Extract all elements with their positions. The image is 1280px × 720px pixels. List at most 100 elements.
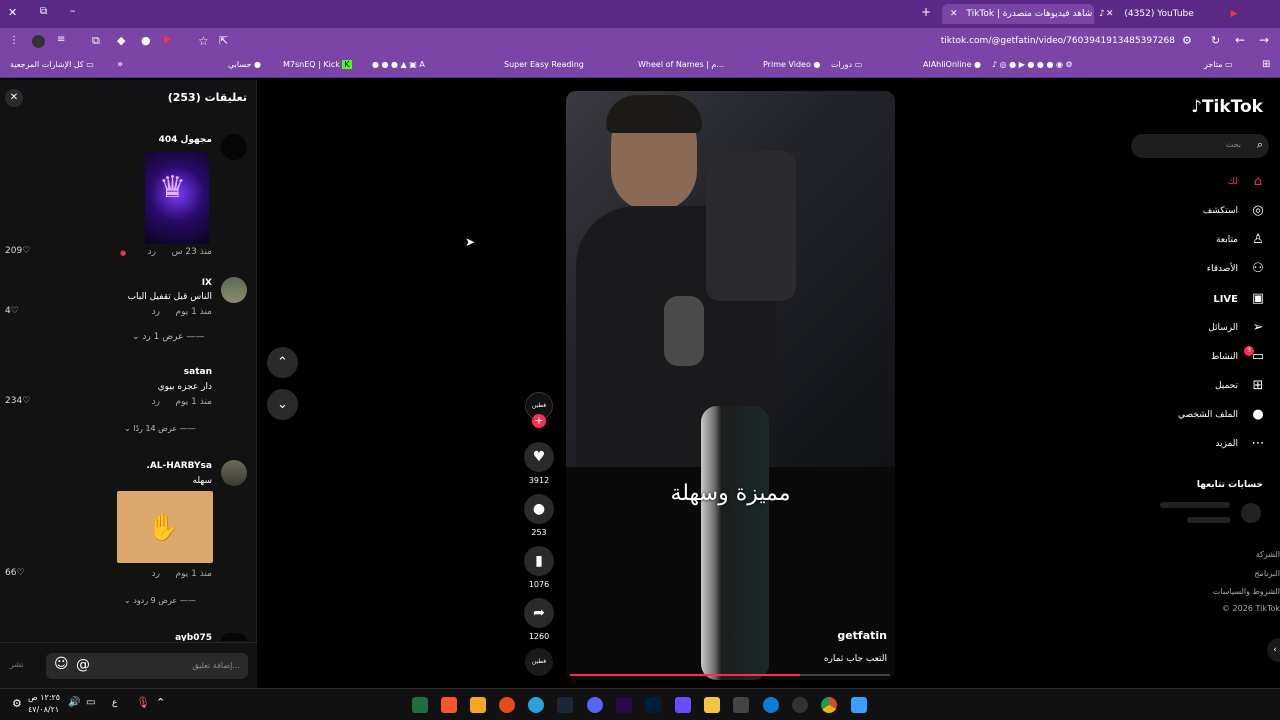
chrome-icon[interactable] xyxy=(821,697,837,713)
scroll-tab[interactable]: ‹ xyxy=(1267,638,1280,662)
windows-start-icon[interactable] xyxy=(851,697,867,713)
like-count[interactable]: 4♡ xyxy=(5,306,19,316)
edge-icon[interactable] xyxy=(763,697,779,713)
progress-track[interactable] xyxy=(570,674,890,676)
app-icon[interactable] xyxy=(792,697,808,713)
microphone-icon[interactable]: 🎙 xyxy=(136,696,150,709)
media-icon[interactable]: ≡ xyxy=(57,34,65,45)
nav-item[interactable]: ● الملف الشخصي xyxy=(1127,407,1280,427)
extensions-icon[interactable]: ⧉ xyxy=(92,34,100,48)
footer-program[interactable]: البرنامج xyxy=(1254,569,1280,578)
mention-icon[interactable]: @ xyxy=(76,657,90,673)
premiere-icon[interactable] xyxy=(616,697,632,713)
tiktok-logo[interactable]: ♪TikTok xyxy=(1191,97,1263,117)
view-replies[interactable]: ⌄ عرض 9 ردود —— xyxy=(124,596,216,605)
restore-window-icon[interactable]: ⧉ xyxy=(40,6,47,17)
comment-user[interactable]: AL-HARBYsa. xyxy=(146,461,212,471)
share-action[interactable]: ➦ 1260 xyxy=(524,598,554,641)
comment-avatar[interactable] xyxy=(221,134,247,160)
extension-icon[interactable]: ● xyxy=(141,34,151,47)
minimize-window-icon[interactable]: – xyxy=(70,4,76,17)
bookmark-alahli[interactable]: AlAhliOnline ● xyxy=(923,60,981,69)
comment-avatar[interactable] xyxy=(221,633,247,641)
video-player[interactable]: مميزة وسهلة getfatin التعب جاب ثماره xyxy=(566,91,895,680)
volume-icon[interactable]: 🔊 xyxy=(68,697,80,708)
nav-item[interactable]: ⌂ لك xyxy=(1127,174,1280,194)
brave-icon[interactable] xyxy=(441,697,457,713)
share-icon[interactable]: ⇱ xyxy=(219,34,228,47)
discord-icon[interactable] xyxy=(587,697,603,713)
comment-user[interactable]: ayb075 xyxy=(175,633,212,641)
comment-user[interactable]: مجهول 404 xyxy=(159,135,212,145)
settings-icon[interactable]: ⚙ xyxy=(12,697,22,710)
tab-tiktok[interactable]: ✕ TikTok | شاهد فيديوهات متصدرة ♪ xyxy=(942,4,1105,24)
footer-company[interactable]: الشركة xyxy=(1256,550,1280,559)
like-count[interactable]: 209♡ xyxy=(5,246,30,256)
tray-chevron-icon[interactable]: ⌃ xyxy=(156,696,165,709)
comment-user[interactable]: satan xyxy=(184,367,212,377)
app-icon[interactable] xyxy=(675,697,691,713)
new-tab-icon[interactable]: + xyxy=(921,5,931,19)
close-tab-icon[interactable]: ✕ xyxy=(950,9,958,19)
search-icon[interactable]: ⌕ xyxy=(1257,138,1263,152)
site-settings-icon[interactable]: ⚙ xyxy=(1182,34,1192,47)
network-icon[interactable]: ▭ xyxy=(86,697,95,708)
prev-video-button[interactable]: ⌃ xyxy=(267,347,298,378)
steam-icon[interactable] xyxy=(557,697,573,713)
address-bar-url[interactable]: tiktok.com/@getfatin/video/7603941913485… xyxy=(900,36,1175,46)
menu-dots-icon[interactable]: ⋮ xyxy=(9,35,19,46)
like-count[interactable]: 66♡ xyxy=(5,568,25,578)
comment-image[interactable]: ♛ xyxy=(145,152,209,244)
excel-icon[interactable] xyxy=(412,697,428,713)
extension-icon[interactable]: ◆ xyxy=(117,34,125,47)
view-replies[interactable]: ⌄ عرض 1 رد —— xyxy=(132,332,214,342)
app-icon[interactable] xyxy=(470,697,486,713)
nav-item[interactable]: ▣ LIVE xyxy=(1127,291,1280,311)
search-input[interactable]: ⌕ بحث xyxy=(1131,134,1269,158)
view-replies[interactable]: ⌄ عرض 14 ردًا —— xyxy=(124,424,216,433)
comment-avatar[interactable] xyxy=(221,277,247,303)
close-comments-icon[interactable]: ✕ xyxy=(5,89,23,107)
bookmark-wheel[interactable]: Wheel of Names | م... xyxy=(638,60,724,69)
save-action[interactable]: ▮ 1076 xyxy=(524,546,554,589)
nav-item[interactable]: ➢ الرسائل xyxy=(1127,320,1280,340)
comment-avatar[interactable] xyxy=(221,460,247,486)
app-icon[interactable] xyxy=(499,697,515,713)
comment-user[interactable]: IX xyxy=(202,278,212,288)
video-author[interactable]: getfatin xyxy=(837,629,887,642)
nav-item[interactable]: ⊞ تحميل xyxy=(1127,378,1280,398)
nav-item[interactable]: ⋯ المزيد xyxy=(1127,436,1280,456)
reload-icon[interactable]: ↻ xyxy=(1211,34,1220,47)
close-tab-icon[interactable]: ✕ xyxy=(1106,9,1114,19)
reply-link[interactable]: رد xyxy=(152,569,160,579)
like-count[interactable]: 234♡ xyxy=(5,396,30,406)
bookmark-star-icon[interactable]: ☆ xyxy=(198,34,209,48)
nav-item[interactable]: ◎ استكشف xyxy=(1127,203,1280,223)
bookmark-kick[interactable]: M7snEQ | Kick K xyxy=(283,60,352,69)
language-indicator[interactable]: ع xyxy=(112,698,117,708)
bookmark-courses[interactable]: دورات ▭ xyxy=(831,60,862,69)
footer-terms[interactable]: الشروط والسياسات xyxy=(1213,587,1280,596)
bookmark-reading[interactable]: Super Easy Reading xyxy=(504,60,584,69)
bookmark-account[interactable]: حسابي ● xyxy=(228,60,261,69)
bookmark-prime[interactable]: Prime Video ● xyxy=(763,60,820,69)
chevron-more-icon[interactable]: » xyxy=(117,59,123,70)
nav-item[interactable]: ⚇ الأصدقاء xyxy=(1127,261,1280,281)
close-window-icon[interactable]: ✕ xyxy=(8,6,17,19)
telegram-icon[interactable] xyxy=(528,697,544,713)
nav-item[interactable]: ♙ متابعة xyxy=(1127,232,1280,252)
bookmark-stores[interactable]: متاجر ▭ xyxy=(1204,60,1233,69)
comment-input[interactable]: @ ☺ إضافة تعليق... xyxy=(46,653,248,679)
folder-icon[interactable] xyxy=(704,697,720,713)
music-disc[interactable]: فطين xyxy=(525,648,553,676)
emoji-icon[interactable]: ☺ xyxy=(54,656,69,672)
youtube-extension-icon[interactable]: ▶ xyxy=(164,34,172,45)
store-icon[interactable] xyxy=(733,697,749,713)
follow-plus-icon[interactable]: + xyxy=(532,414,546,428)
forward-icon[interactable]: ← xyxy=(1235,33,1245,47)
post-button[interactable]: نشر xyxy=(10,660,24,669)
reply-link[interactable]: رد xyxy=(152,307,160,317)
apps-grid-icon[interactable]: ⊞ xyxy=(1262,59,1270,70)
bookmark-all[interactable]: كل الإشارات المرجعية ▭ xyxy=(10,60,94,69)
reply-link[interactable]: رد xyxy=(152,397,160,407)
